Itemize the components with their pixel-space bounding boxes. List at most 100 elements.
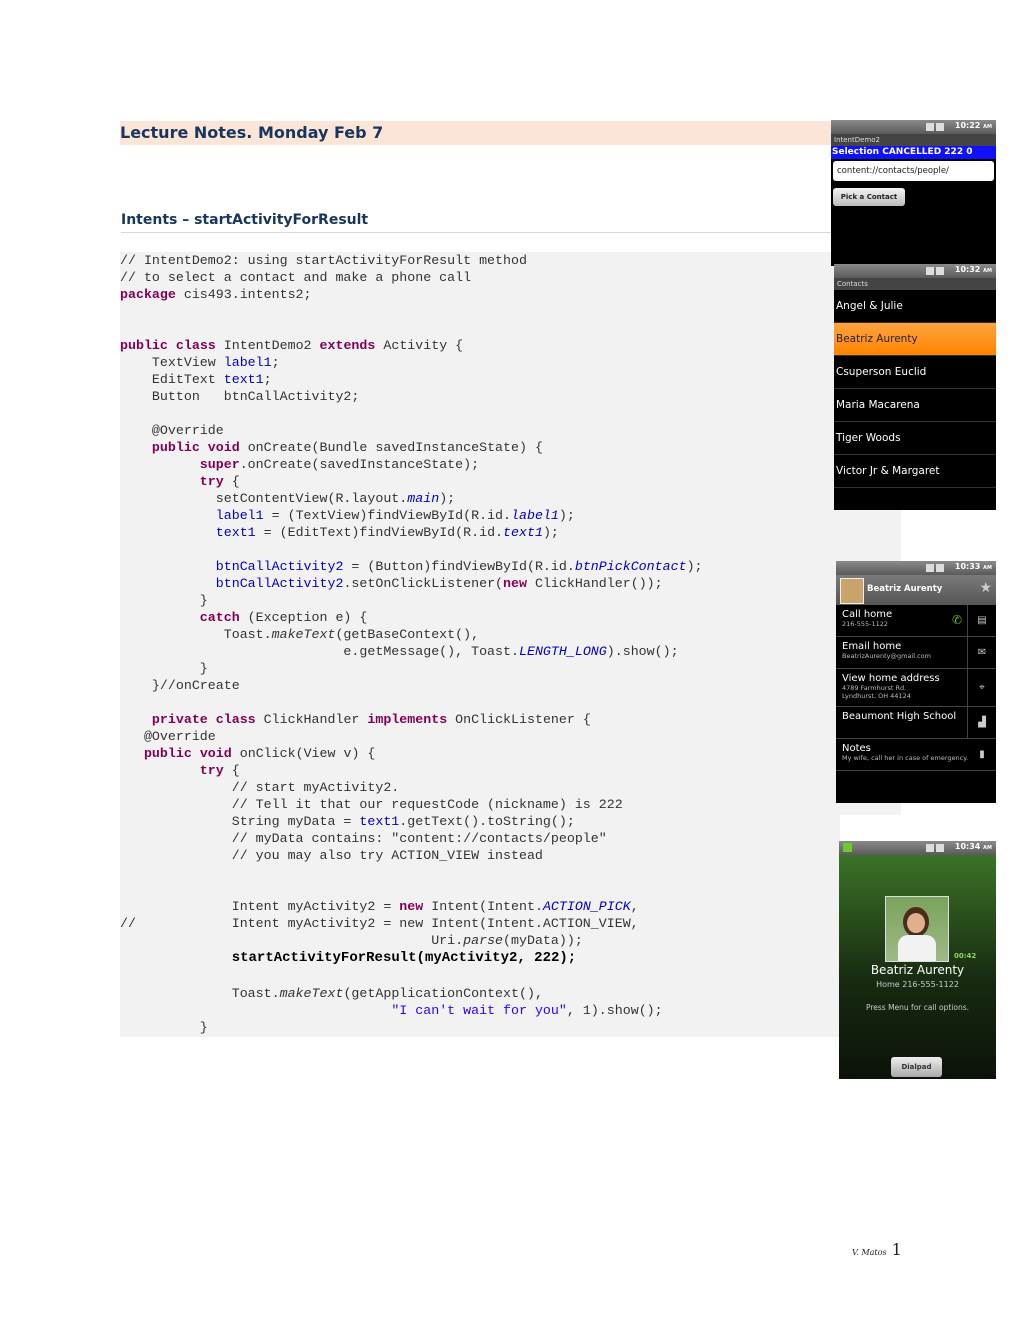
sms-icon[interactable]: ▤ (967, 605, 996, 636)
screenshot-intentdemo2: 10:22 AM IntentDemo2 Selection CANCELLED… (831, 120, 996, 266)
code-line: Toast.makeText(getBaseContext(), (120, 627, 480, 642)
code-line: super.onCreate(savedInstanceState); (199, 457, 480, 472)
contact-row-selected[interactable]: Beatriz Aurenty (834, 323, 996, 356)
caller-name: Beatriz Aurenty (870, 963, 965, 977)
code-line: // myData contains: "content://contacts/… (120, 831, 607, 846)
code-line: String myData = text1.getText().toString… (120, 814, 575, 829)
code-line: Uri.parse(myData)); (120, 933, 583, 948)
clock-ampm: AM (983, 845, 992, 851)
code-line: catch (Exception e) { (199, 610, 368, 625)
code-line: e.getMessage(), Toast.LENGTH_LONG).show(… (120, 644, 679, 659)
page-number: 1 (891, 1240, 902, 1259)
signal-icon (926, 267, 934, 275)
app-title-bar: Contacts (834, 278, 996, 290)
code-line: public void onCreate(Bundle savedInstanc… (151, 440, 543, 455)
detail-row[interactable]: Email home BeatrizAurenty@gmail.com ✉ (836, 637, 996, 669)
code-line: // Tell it that our requestCode (nicknam… (120, 797, 623, 812)
page-title: Lecture Notes. Monday Feb 7 (120, 121, 835, 145)
battery-icon (936, 844, 944, 852)
contact-row[interactable]: Victor Jr & Margaret (834, 455, 996, 488)
screenshot-contact-details: 10:33 AM Beatriz Aurenty ★ Call home 216… (836, 561, 996, 803)
signal-icon (926, 564, 934, 572)
code-line: private class ClickHandler implements On… (151, 712, 591, 727)
organization-icon: ▟ (967, 707, 996, 738)
map-pin-icon[interactable]: ⌖ (967, 669, 996, 706)
call-hint: Press Menu for call options. (865, 1003, 970, 1012)
uri-input[interactable]: content://contacts/people/ (833, 161, 994, 181)
caller-photo (885, 896, 949, 962)
code-line: EditText text1; (120, 372, 272, 387)
code-line: // you may also try ACTION_VIEW instead (120, 848, 543, 863)
detail-row[interactable]: View home address 4789 Farmhurst Rd. Lyn… (836, 669, 996, 707)
contact-row[interactable]: Tiger Woods (834, 422, 996, 455)
contact-row[interactable]: Maria Macarena (834, 389, 996, 422)
screenshot-in-call: 10:34 AM 00:42 Beatriz Aurenty Home 216-… (839, 841, 996, 1079)
clock: 10:22 (954, 121, 981, 130)
contact-header: Beatriz Aurenty ★ (836, 575, 996, 605)
contact-row[interactable]: Csuperson Euclid (834, 356, 996, 389)
detail-row[interactable]: Beaumont High School ▟ (836, 707, 996, 739)
email-icon[interactable]: ✉ (967, 637, 996, 668)
call-timer: 00:42 (954, 952, 977, 960)
page-footer: V. Matos 1 (852, 1240, 902, 1259)
code-line: // Intent myActivity2 = new Intent(Inten… (120, 916, 639, 931)
code-line: "I can't wait for you", 1).show(); (391, 1003, 663, 1018)
status-bar: 10:32 AM (834, 264, 996, 278)
dialpad-button[interactable]: Dialpad (891, 1057, 942, 1077)
status-bar: 10:33 AM (836, 561, 996, 575)
clock: 10:34 (954, 842, 981, 851)
code-line: btnCallActivity2 = (Button)findViewById(… (215, 559, 703, 574)
battery-icon (936, 564, 944, 572)
clock-ampm: AM (983, 268, 992, 274)
caller-number: Home 216-555-1122 (876, 980, 959, 989)
code-line: // start myActivity2. (120, 780, 400, 795)
code-line: }//onCreate (120, 678, 240, 693)
code-line: Intent myActivity2 = new Intent(Intent.A… (120, 899, 639, 914)
code-line: btnCallActivity2.setOnClickListener(new … (215, 576, 663, 591)
status-bar: 10:22 AM (831, 120, 996, 134)
code-line: public void onClick(View v) { (143, 746, 376, 761)
call-icon (843, 843, 852, 852)
code-line: text1 = (EditText)findViewById(R.id.text… (215, 525, 559, 540)
signal-icon (926, 844, 934, 852)
code-line: package cis493.intents2; (120, 287, 312, 302)
code-line: TextView label1; (120, 355, 280, 370)
battery-icon (936, 267, 944, 275)
detail-row[interactable]: Notes My wife, call her in case of emerg… (836, 739, 996, 771)
detail-row[interactable]: Call home 216-555-1122 ✆ ▤ (836, 605, 996, 637)
app-title-bar: IntentDemo2 (831, 134, 996, 146)
code-line: } (120, 661, 208, 676)
clock-ampm: AM (983, 565, 992, 571)
code-line: public class IntentDemo2 extends Activit… (120, 338, 464, 353)
code-line: @Override (120, 729, 216, 744)
pick-contact-button[interactable]: Pick a Contact (833, 188, 905, 206)
note-icon: ▮ (979, 749, 985, 760)
code-line: // to select a contact and make a phone … (120, 270, 472, 285)
author: V. Matos (852, 1248, 887, 1257)
battery-icon (936, 123, 944, 131)
code-line: // IntentDemo2: using startActivityForRe… (120, 253, 527, 268)
code-line: Button btnCallActivity2; (120, 389, 360, 404)
star-icon[interactable]: ★ (979, 580, 992, 596)
signal-icon (926, 123, 934, 131)
code-line: setContentView(R.layout.main); (120, 491, 456, 506)
code-line: @Override (120, 423, 224, 438)
clock: 10:33 (954, 562, 981, 571)
contact-row[interactable]: Angel & Julie (834, 290, 996, 323)
code-line: Toast.makeText(getApplicationContext(), (120, 986, 543, 1001)
clock: 10:32 (954, 265, 981, 274)
selection-label: Selection CANCELLED 222 0 (831, 146, 996, 159)
code-line: try { (199, 763, 240, 778)
status-bar: 10:34 AM (839, 841, 996, 855)
clock-ampm: AM (983, 124, 992, 130)
avatar (840, 578, 864, 604)
code-line: label1 = (TextView)findViewById(R.id.lab… (215, 508, 575, 523)
section-heading: Intents – startActivityForResult (121, 210, 835, 233)
code-line: try { (199, 474, 240, 489)
code-line: } (120, 593, 208, 608)
phone-icon[interactable]: ✆ (952, 613, 962, 627)
detail-sub: 4789 Farmhurst Rd. Lyndhurst, OH 44124 (842, 684, 911, 700)
code-line: startActivityForResult(myActivity2, 222)… (231, 950, 577, 966)
contact-name: Beatriz Aurenty (867, 584, 943, 594)
screenshot-contacts: 10:32 AM Contacts Angel & Julie Beatriz … (834, 264, 996, 510)
